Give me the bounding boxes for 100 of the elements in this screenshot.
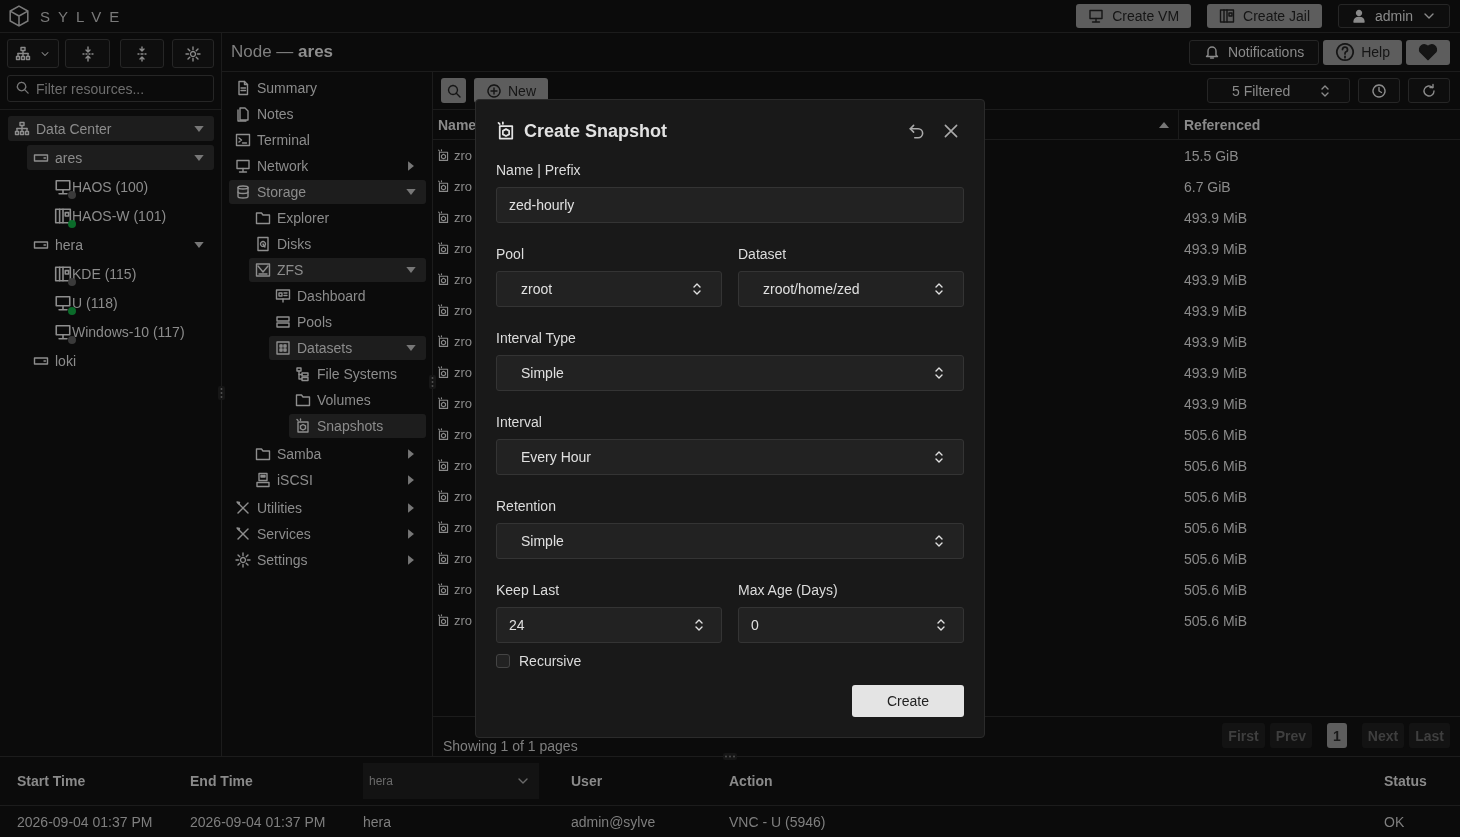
notifications-button[interactable]: Notifications [1188,39,1320,65]
nav-item[interactable]: Pools [269,310,426,334]
create-button[interactable]: Create [852,685,964,717]
clock-icon [1371,82,1387,99]
nav-item[interactable]: Disks [249,232,426,256]
tree-label: ares [55,149,83,166]
table-cell: 15.5 GiB [1184,147,1239,164]
nav-label: Network [257,158,309,174]
search-button[interactable] [441,78,466,103]
resize-handle[interactable] [218,386,225,400]
nav-item[interactable]: Settings [229,548,426,572]
donate-button[interactable] [1406,39,1450,65]
tree-item[interactable]: ares [27,145,214,170]
tree-label: Data Center [36,120,112,137]
field-label: Name | Prefix [496,161,582,179]
heart-icon [1418,42,1438,62]
bell-icon [1203,44,1220,60]
node-select[interactable]: hera [363,763,539,799]
undo-icon [908,122,926,140]
tree-item[interactable]: loki [27,348,214,373]
camera-icon [437,180,450,193]
refresh-button[interactable] [1408,78,1450,103]
camera-icon [437,459,450,472]
tree-item[interactable]: U (118) [54,290,214,315]
column-header[interactable]: End Time [190,773,363,789]
table-cell: zro [454,365,473,380]
nav-item[interactable]: Terminal [229,128,426,152]
nav-label: Storage [257,184,307,200]
column-header[interactable]: Referenced [1184,116,1261,133]
field-label: Interval Type [496,329,577,347]
camera-icon [437,583,450,596]
nav-item[interactable]: Network [229,154,426,178]
close-icon [942,122,960,140]
select-field[interactable]: Simple [496,523,964,559]
tree-item[interactable]: HAOS-W (101) [54,203,214,228]
table-cell: zro [454,458,473,473]
table-cell: 505.6 MiB [1184,550,1248,567]
network-icon [14,120,30,137]
text-field[interactable]: zed-hourly [496,187,964,223]
number-field[interactable]: 24 [496,607,722,643]
page-summary: Showing 1 of 1 pages [443,738,578,754]
nav-item[interactable]: File Systems [289,362,426,386]
camera-icon [437,149,450,162]
nav-item[interactable]: Dashboard [269,284,426,308]
jail-icon [54,206,72,225]
tree-item[interactable]: hera [27,232,214,257]
nav-label: Utilities [257,500,303,516]
camera-icon [437,428,450,441]
resize-handle[interactable] [429,375,436,389]
help-icon [1335,42,1356,62]
tree-item[interactable]: HAOS (100) [54,174,214,199]
expand-all-button[interactable] [65,39,110,68]
nav-item[interactable]: Explorer [249,206,426,230]
nav-item[interactable]: Datasets [269,336,426,360]
settings-button[interactable] [172,39,214,68]
tree-icon [295,366,311,382]
nav-label: Samba [277,446,322,462]
dialog-title: Create Snapshot [524,120,668,142]
checkbox[interactable] [496,654,510,668]
field-label: Interval [496,413,543,431]
tree-item[interactable]: Windows-10 (117) [54,319,214,344]
search-icon [15,80,30,95]
column-header[interactable]: Start Time [17,773,190,789]
camera-icon [437,397,450,410]
column-header[interactable]: Name [438,116,477,133]
nav-item[interactable]: Samba [249,442,426,466]
tree-item[interactable]: KDE (115) [54,261,214,286]
resize-handle[interactable] [723,753,737,760]
camera-icon [437,335,450,348]
camera-icon [437,304,450,317]
schedule-button[interactable] [1358,78,1400,103]
column-header[interactable]: Action [729,773,1384,789]
table-cell: 493.9 MiB [1184,333,1248,350]
nav-item[interactable]: Snapshots [289,414,426,438]
column-header[interactable]: User [571,773,729,789]
user-menu[interactable]: admin [1338,4,1450,28]
nav-item[interactable]: Summary [229,76,426,100]
nav-item[interactable]: Utilities [229,496,426,520]
nav-item[interactable]: iSCSI [249,468,426,492]
filter-field[interactable]: Filter resources... [7,75,214,102]
number-field[interactable]: 0 [738,607,964,643]
nav-item[interactable]: Notes [229,102,426,126]
nav-item[interactable]: ZFS [249,258,426,282]
table-cell: zro [454,489,473,504]
select-field[interactable]: zroot [496,271,722,307]
select-field[interactable]: Every Hour [496,439,964,475]
nav-label: Datasets [297,340,353,356]
tree-item[interactable]: Data Center [8,116,214,141]
nav-label: Settings [257,552,308,568]
user-icon [1351,8,1367,24]
nav-item[interactable]: Services [229,522,426,546]
nav-item[interactable]: Volumes [289,388,426,412]
tree-view-button[interactable] [7,39,60,68]
column-header[interactable]: Status [1384,773,1460,789]
select-field[interactable]: zroot/home/zed [738,271,964,307]
field-label: Dataset [738,245,788,263]
nav-item[interactable]: Storage [229,180,426,204]
filter-select[interactable]: 5 Filtered [1207,78,1350,103]
select-field[interactable]: Simple [496,355,964,391]
collapse-all-button[interactable] [119,39,165,68]
